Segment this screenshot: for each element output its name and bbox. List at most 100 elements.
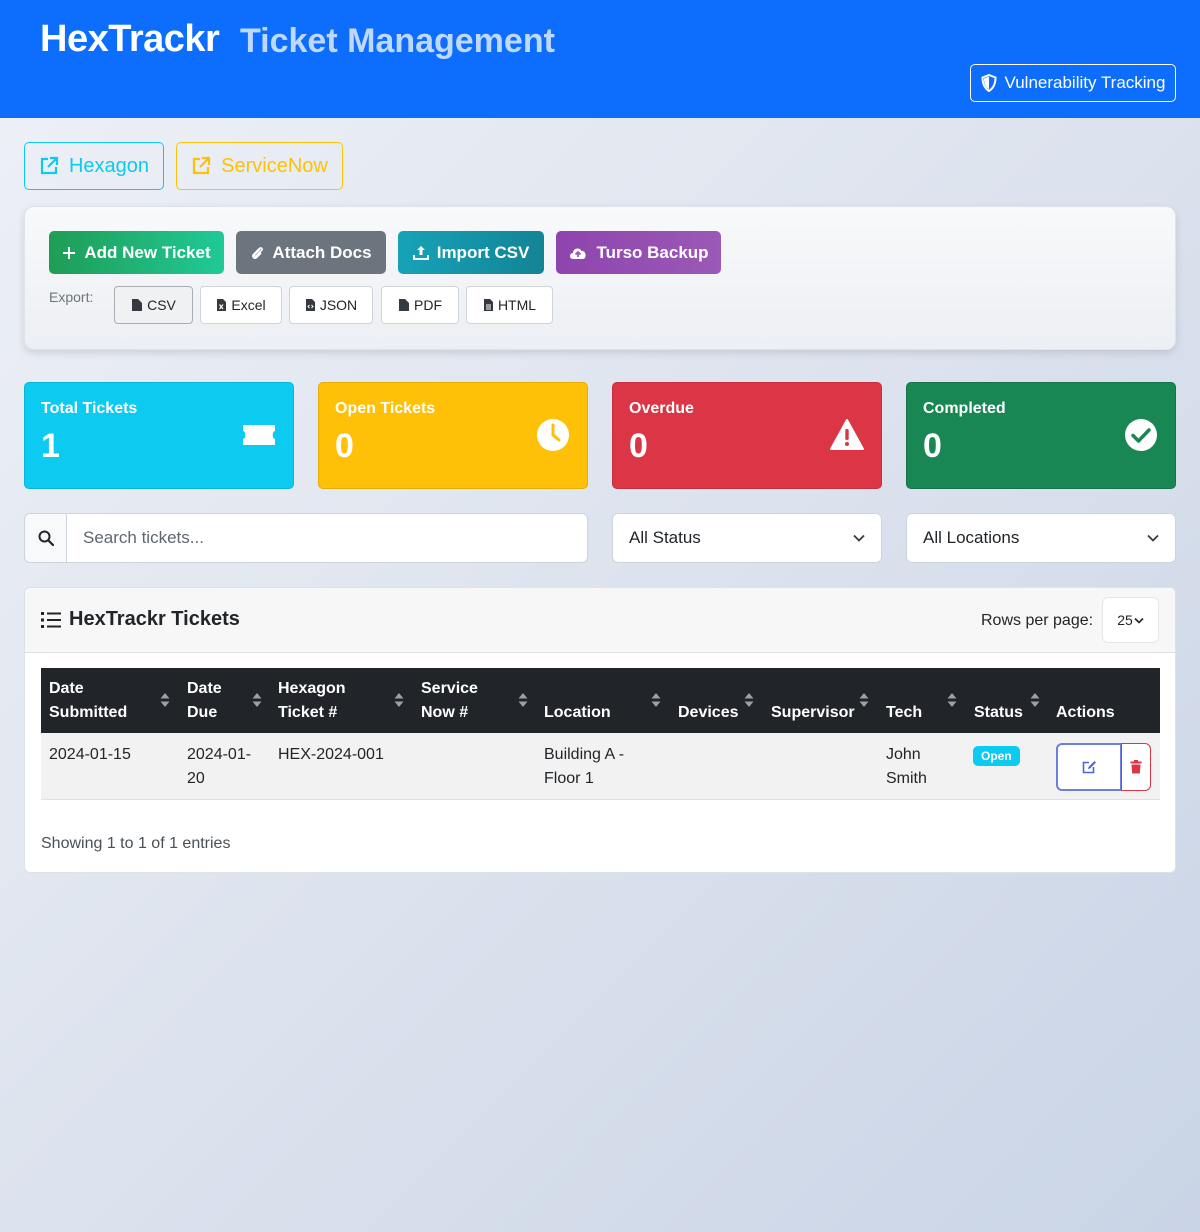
stat-value: 0 <box>629 427 648 465</box>
rows-per-page-value: 25 <box>1117 612 1133 628</box>
turso-backup-label: Turso Backup <box>596 242 709 262</box>
import-csv-label: Import CSV <box>436 242 530 262</box>
column-header-location[interactable]: Location <box>544 701 611 725</box>
table-title: HexTrackr Tickets <box>41 608 240 631</box>
shield-icon <box>981 74 997 92</box>
warning-icon <box>830 419 864 450</box>
servicenow-link-label: ServiceNow <box>221 154 328 177</box>
stat-card-open-tickets: Open Tickets 0 <box>318 382 588 489</box>
file-code-icon <box>305 299 315 311</box>
export-excel-button[interactable]: Excel <box>200 286 282 324</box>
stat-card-total-tickets: Total Tickets 1 <box>24 382 294 489</box>
status-filter-select[interactable]: All Status <box>612 513 882 563</box>
list-icon <box>41 611 61 628</box>
column-header-hexagon-ticket[interactable]: Hexagon Ticket # <box>278 677 346 725</box>
import-csv-button[interactable]: Import CSV <box>398 231 544 274</box>
search-addon <box>25 514 67 562</box>
cell-hexagon-ticket: HEX-2024-001 <box>278 746 384 763</box>
pagination-info: Showing 1 to 1 of 1 entries <box>41 835 231 852</box>
stat-value: 0 <box>923 427 942 465</box>
stat-card-overdue: Overdue 0 <box>612 382 882 489</box>
hexagon-link-label: Hexagon <box>68 154 150 177</box>
status-filter-value: All Status <box>629 528 701 547</box>
search-group <box>24 513 588 563</box>
location-filter-select[interactable]: All Locations <box>906 513 1176 563</box>
column-header-supervisor[interactable]: Supervisor <box>771 701 855 725</box>
cell-date-due: 2024-01- 20 <box>187 746 252 787</box>
trash-icon <box>1130 760 1142 774</box>
export-json-label: JSON <box>319 297 358 313</box>
vulnerability-tracking-label: Vulnerability Tracking <box>1004 73 1166 92</box>
column-header-status[interactable]: Status <box>974 701 1023 725</box>
column-header-date-submitted[interactable]: Date Submitted <box>49 677 127 725</box>
chevron-down-icon <box>853 534 865 542</box>
stat-label: Completed <box>923 400 1006 417</box>
sort-icon <box>1030 693 1040 707</box>
turso-backup-button[interactable]: Turso Backup <box>556 231 721 274</box>
column-header-actions: Actions <box>1056 704 1115 721</box>
status-badge: Open <box>973 746 1020 766</box>
servicenow-link-button[interactable]: ServiceNow <box>176 142 343 190</box>
stat-value: 0 <box>335 427 354 465</box>
add-ticket-label: Add New Ticket <box>84 242 211 262</box>
export-html-label: HTML <box>497 297 537 313</box>
sort-icon <box>859 693 869 707</box>
export-csv-label: CSV <box>147 297 176 313</box>
export-pdf-label: PDF <box>414 297 442 313</box>
page-subtitle: Ticket Management <box>240 22 555 60</box>
export-json-button[interactable]: JSON <box>289 286 373 324</box>
column-header-date-due[interactable]: Date Due <box>187 677 222 725</box>
cell-date-submitted: 2024-01-15 <box>49 746 131 763</box>
toolbar-card: Add New Ticket Attach Docs Import CSV Tu… <box>24 206 1176 350</box>
file-csv-icon <box>132 299 143 311</box>
rows-per-page-label: Rows per page: <box>981 612 1094 629</box>
search-input[interactable] <box>67 514 587 562</box>
column-header-servicenow[interactable]: Service Now # <box>421 677 478 725</box>
stat-label: Total Tickets <box>41 400 138 417</box>
cell-location: Building A - Floor 1 <box>544 746 625 787</box>
edit-ticket-button[interactable] <box>1056 743 1122 791</box>
external-link-icon <box>193 156 211 175</box>
brand-title: HexTrackr <box>40 18 220 60</box>
external-link-icon <box>40 156 59 175</box>
export-csv-button[interactable]: CSV <box>114 286 193 324</box>
export-pdf-button[interactable]: PDF <box>381 286 459 324</box>
column-header-devices[interactable]: Devices <box>678 701 739 725</box>
attach-docs-button[interactable]: Attach Docs <box>236 231 386 274</box>
stat-label: Overdue <box>629 400 694 417</box>
plus-icon <box>63 246 76 259</box>
column-header-tech[interactable]: Tech <box>886 701 922 725</box>
hexagon-link-button[interactable]: Hexagon <box>24 142 164 190</box>
sort-icon <box>518 693 528 707</box>
sort-icon <box>252 693 262 707</box>
cell-tech: John Smith <box>886 746 927 787</box>
add-ticket-button[interactable]: Add New Ticket <box>49 231 224 274</box>
attach-docs-label: Attach Docs <box>272 242 372 262</box>
tickets-table-card: HexTrackr Tickets Rows per page: 25 Date… <box>24 587 1176 873</box>
ticket-icon <box>243 425 275 445</box>
stat-value: 1 <box>41 427 60 465</box>
chevron-down-icon <box>1147 534 1159 542</box>
file-pdf-icon <box>399 299 409 311</box>
app-header: HexTrackr Ticket Management Vulnerabilit… <box>0 0 1200 118</box>
rows-per-page-select[interactable]: 25 <box>1102 597 1159 643</box>
stat-card-completed: Completed 0 <box>906 382 1176 489</box>
paperclip-icon <box>252 246 264 259</box>
table-row: 2024-01-15 2024-01- 20 HEX-2024-001 Build… <box>41 733 1160 800</box>
export-html-button[interactable]: HTML <box>466 286 553 324</box>
chevron-down-icon <box>1134 617 1144 624</box>
upload-icon <box>412 245 429 260</box>
file-icon <box>483 299 493 311</box>
export-label: Export: <box>49 289 94 305</box>
delete-ticket-button[interactable] <box>1121 743 1151 791</box>
location-filter-value: All Locations <box>923 528 1020 547</box>
edit-icon <box>1082 761 1096 774</box>
sort-icon <box>160 693 170 707</box>
cloud-upload-icon <box>570 248 587 259</box>
sort-icon <box>947 693 957 707</box>
check-circle-icon <box>1125 419 1157 451</box>
vulnerability-tracking-button[interactable]: Vulnerability Tracking <box>970 64 1176 102</box>
search-icon <box>38 530 54 546</box>
sort-icon <box>744 693 754 707</box>
table-title-text: HexTrackr Tickets <box>69 608 240 630</box>
